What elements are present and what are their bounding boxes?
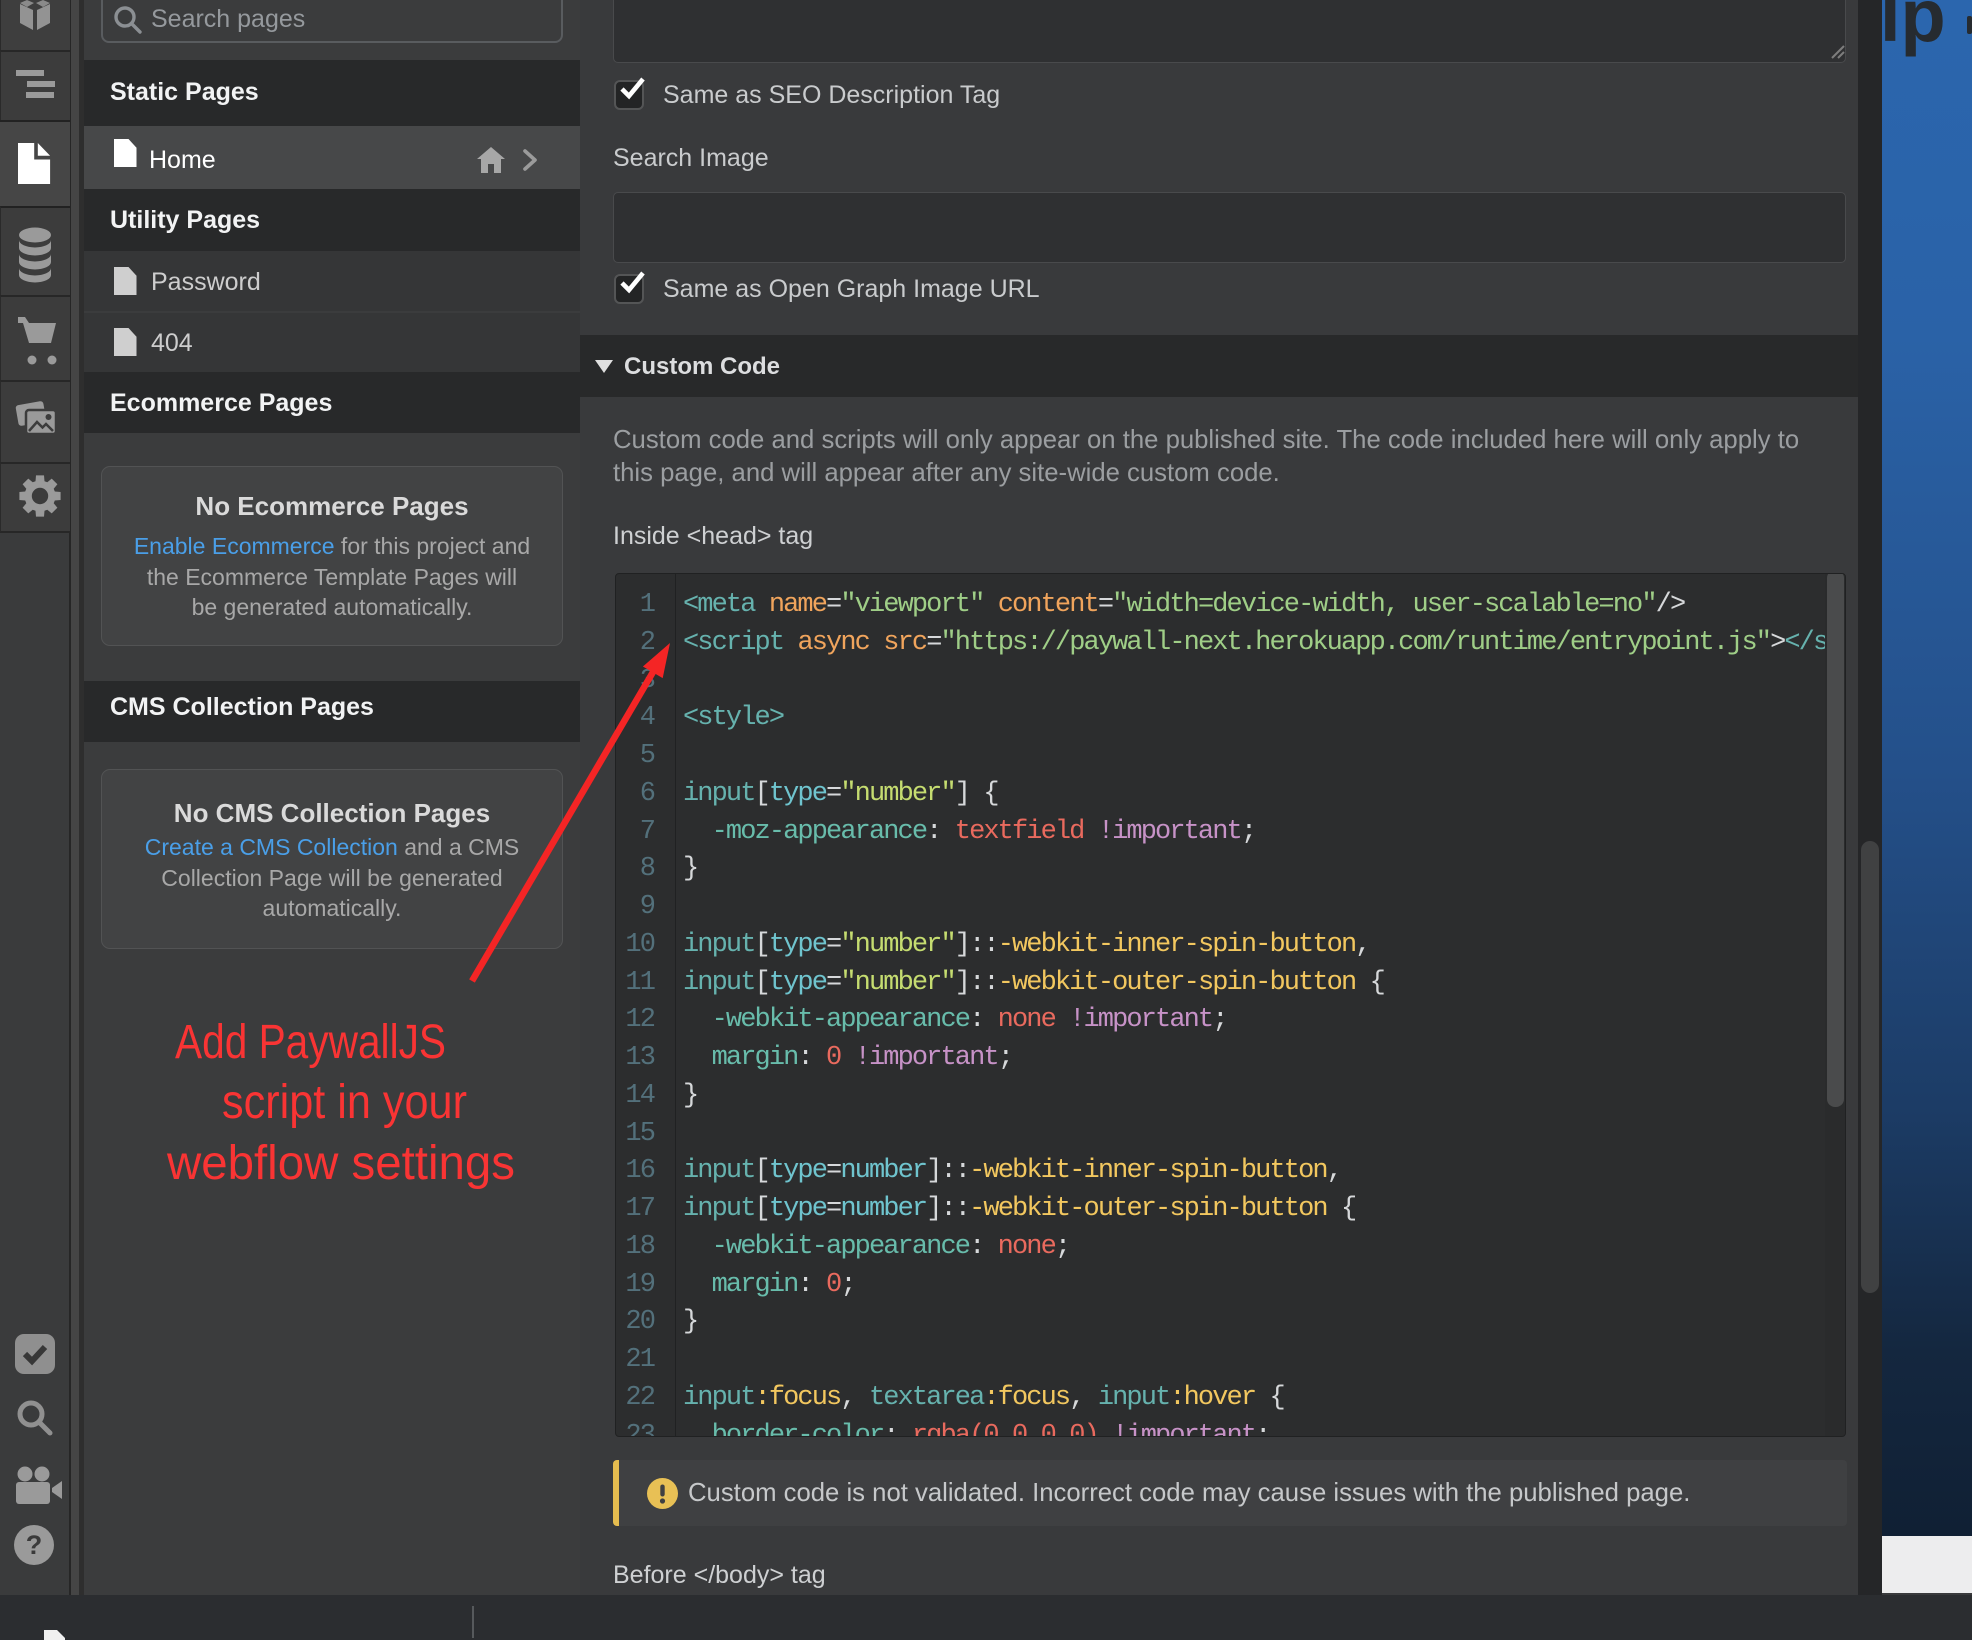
svg-text:?: ? [26, 1530, 43, 1560]
